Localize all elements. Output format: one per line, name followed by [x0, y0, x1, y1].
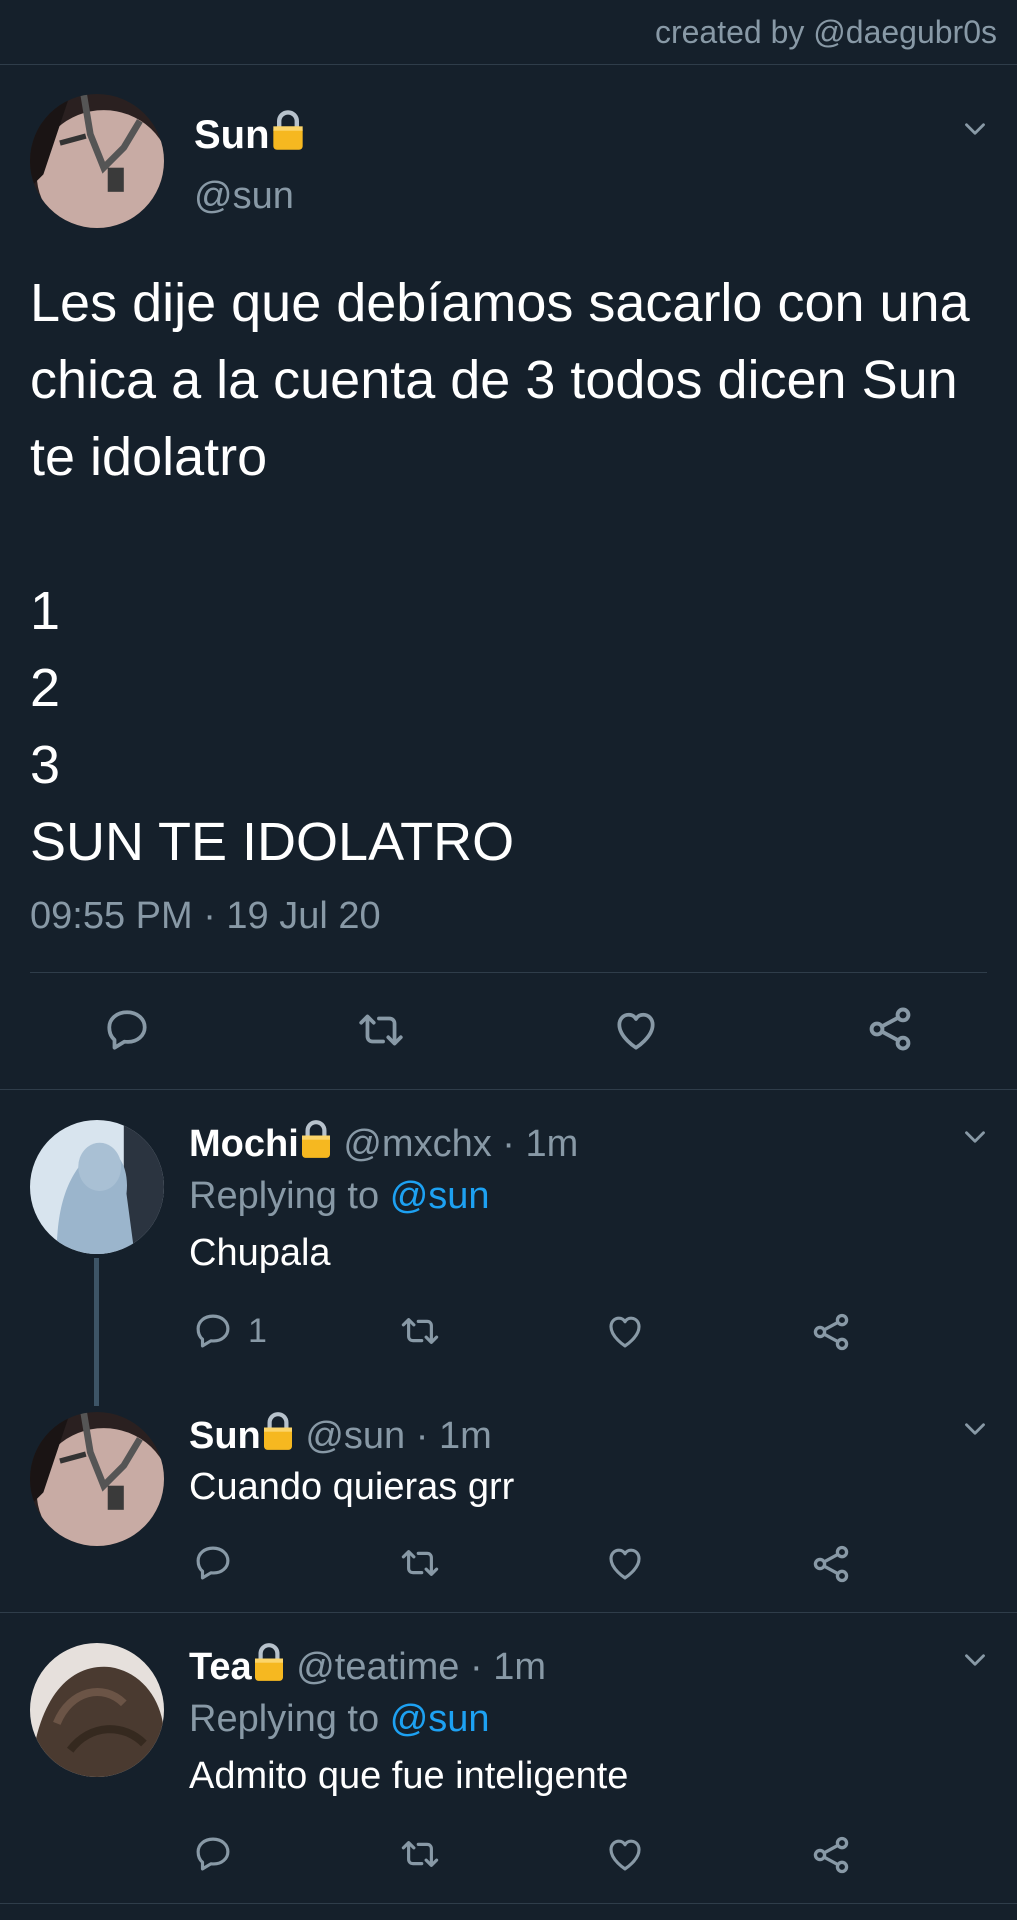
reply-button[interactable]: 1: [192, 1310, 267, 1352]
replying-to: Replying to @sun: [189, 1698, 490, 1741]
reply-time: · 1m: [470, 1646, 546, 1688]
author-handle: @teatime: [296, 1646, 460, 1688]
reply-button[interactable]: [192, 1833, 234, 1875]
divider: [0, 64, 1017, 65]
retweet-button[interactable]: [396, 1833, 444, 1875]
reply-header[interactable]: Tea @teatime · 1m: [189, 1641, 546, 1689]
author-name: Mochi: [189, 1123, 299, 1165]
author-handle[interactable]: @sun: [194, 175, 294, 218]
replying-to-label: Replying to: [189, 1698, 380, 1740]
like-button[interactable]: [610, 1005, 662, 1055]
retweet-icon: [396, 1310, 444, 1352]
lock-icon: [261, 1410, 295, 1452]
share-button[interactable]: [809, 1542, 853, 1586]
chevron-down-icon[interactable]: [958, 1643, 992, 1677]
share-icon: [809, 1833, 853, 1877]
chevron-down-icon[interactable]: [958, 1412, 992, 1446]
reply-header[interactable]: Mochi @mxchx · 1m: [189, 1118, 578, 1166]
like-button[interactable]: [603, 1310, 647, 1352]
reply-button[interactable]: [102, 1005, 152, 1055]
like-icon: [610, 1005, 662, 1055]
retweet-button[interactable]: [396, 1310, 444, 1352]
avatar[interactable]: [30, 1643, 164, 1777]
share-icon: [809, 1310, 853, 1354]
reply-icon: [102, 1005, 152, 1055]
lock-icon: [299, 1118, 333, 1160]
reply-button[interactable]: [192, 1542, 234, 1584]
retweet-button[interactable]: [352, 1005, 410, 1055]
reply-icon: [192, 1310, 234, 1352]
share-icon: [864, 1003, 916, 1055]
lock-icon: [270, 108, 306, 152]
reply-icon: [192, 1542, 234, 1584]
like-button[interactable]: [603, 1833, 647, 1875]
mention-link[interactable]: @sun: [390, 1698, 490, 1740]
divider: [0, 1903, 1017, 1904]
lock-icon: [252, 1641, 286, 1683]
avatar[interactable]: [30, 94, 164, 228]
divider: [30, 972, 987, 973]
chevron-down-icon[interactable]: [958, 1120, 992, 1154]
share-button[interactable]: [809, 1310, 853, 1354]
share-button[interactable]: [864, 1003, 916, 1055]
timestamp[interactable]: 09:55 PM · 19 Jul 20: [30, 895, 381, 938]
tweet-text: Les dije que debíamos sacarlo con una ch…: [30, 273, 970, 872]
author-handle: @sun: [305, 1415, 406, 1457]
reply-time: · 1m: [502, 1123, 579, 1165]
reply-text: Cuando quieras grr: [189, 1466, 515, 1508]
share-button[interactable]: [809, 1833, 853, 1877]
like-icon: [603, 1310, 647, 1352]
retweet-icon: [396, 1542, 444, 1584]
divider: [0, 1612, 1017, 1613]
chevron-down-icon[interactable]: [958, 112, 992, 146]
like-button[interactable]: [603, 1542, 647, 1584]
replying-to-label: Replying to: [189, 1175, 380, 1217]
reply-count: 1: [248, 1311, 267, 1350]
retweet-icon: [396, 1833, 444, 1875]
author-handle: @mxchx: [343, 1123, 492, 1165]
like-icon: [603, 1542, 647, 1584]
like-icon: [603, 1833, 647, 1875]
reply-text: Chupala: [189, 1232, 331, 1274]
thread-line: [94, 1258, 99, 1406]
avatar[interactable]: [30, 1412, 164, 1546]
avatar[interactable]: [30, 1120, 164, 1254]
reply-header[interactable]: Sun @sun · 1m: [189, 1410, 492, 1458]
reply-text: Admito que fue inteligente: [189, 1755, 629, 1797]
replying-to: Replying to @sun: [189, 1175, 490, 1218]
retweet-button[interactable]: [396, 1542, 444, 1584]
credit-watermark: created by @daegubr0s: [654, 14, 997, 50]
share-icon: [809, 1542, 853, 1586]
reply-time: · 1m: [415, 1415, 492, 1457]
mention-link[interactable]: @sun: [390, 1175, 490, 1217]
reply-icon: [192, 1833, 234, 1875]
author-name[interactable]: Sun: [194, 108, 306, 158]
author-name-text: Sun: [194, 113, 270, 157]
author-name: Sun: [189, 1415, 261, 1457]
retweet-icon: [352, 1005, 410, 1055]
author-name: Tea: [189, 1646, 252, 1688]
divider: [0, 1089, 1017, 1090]
